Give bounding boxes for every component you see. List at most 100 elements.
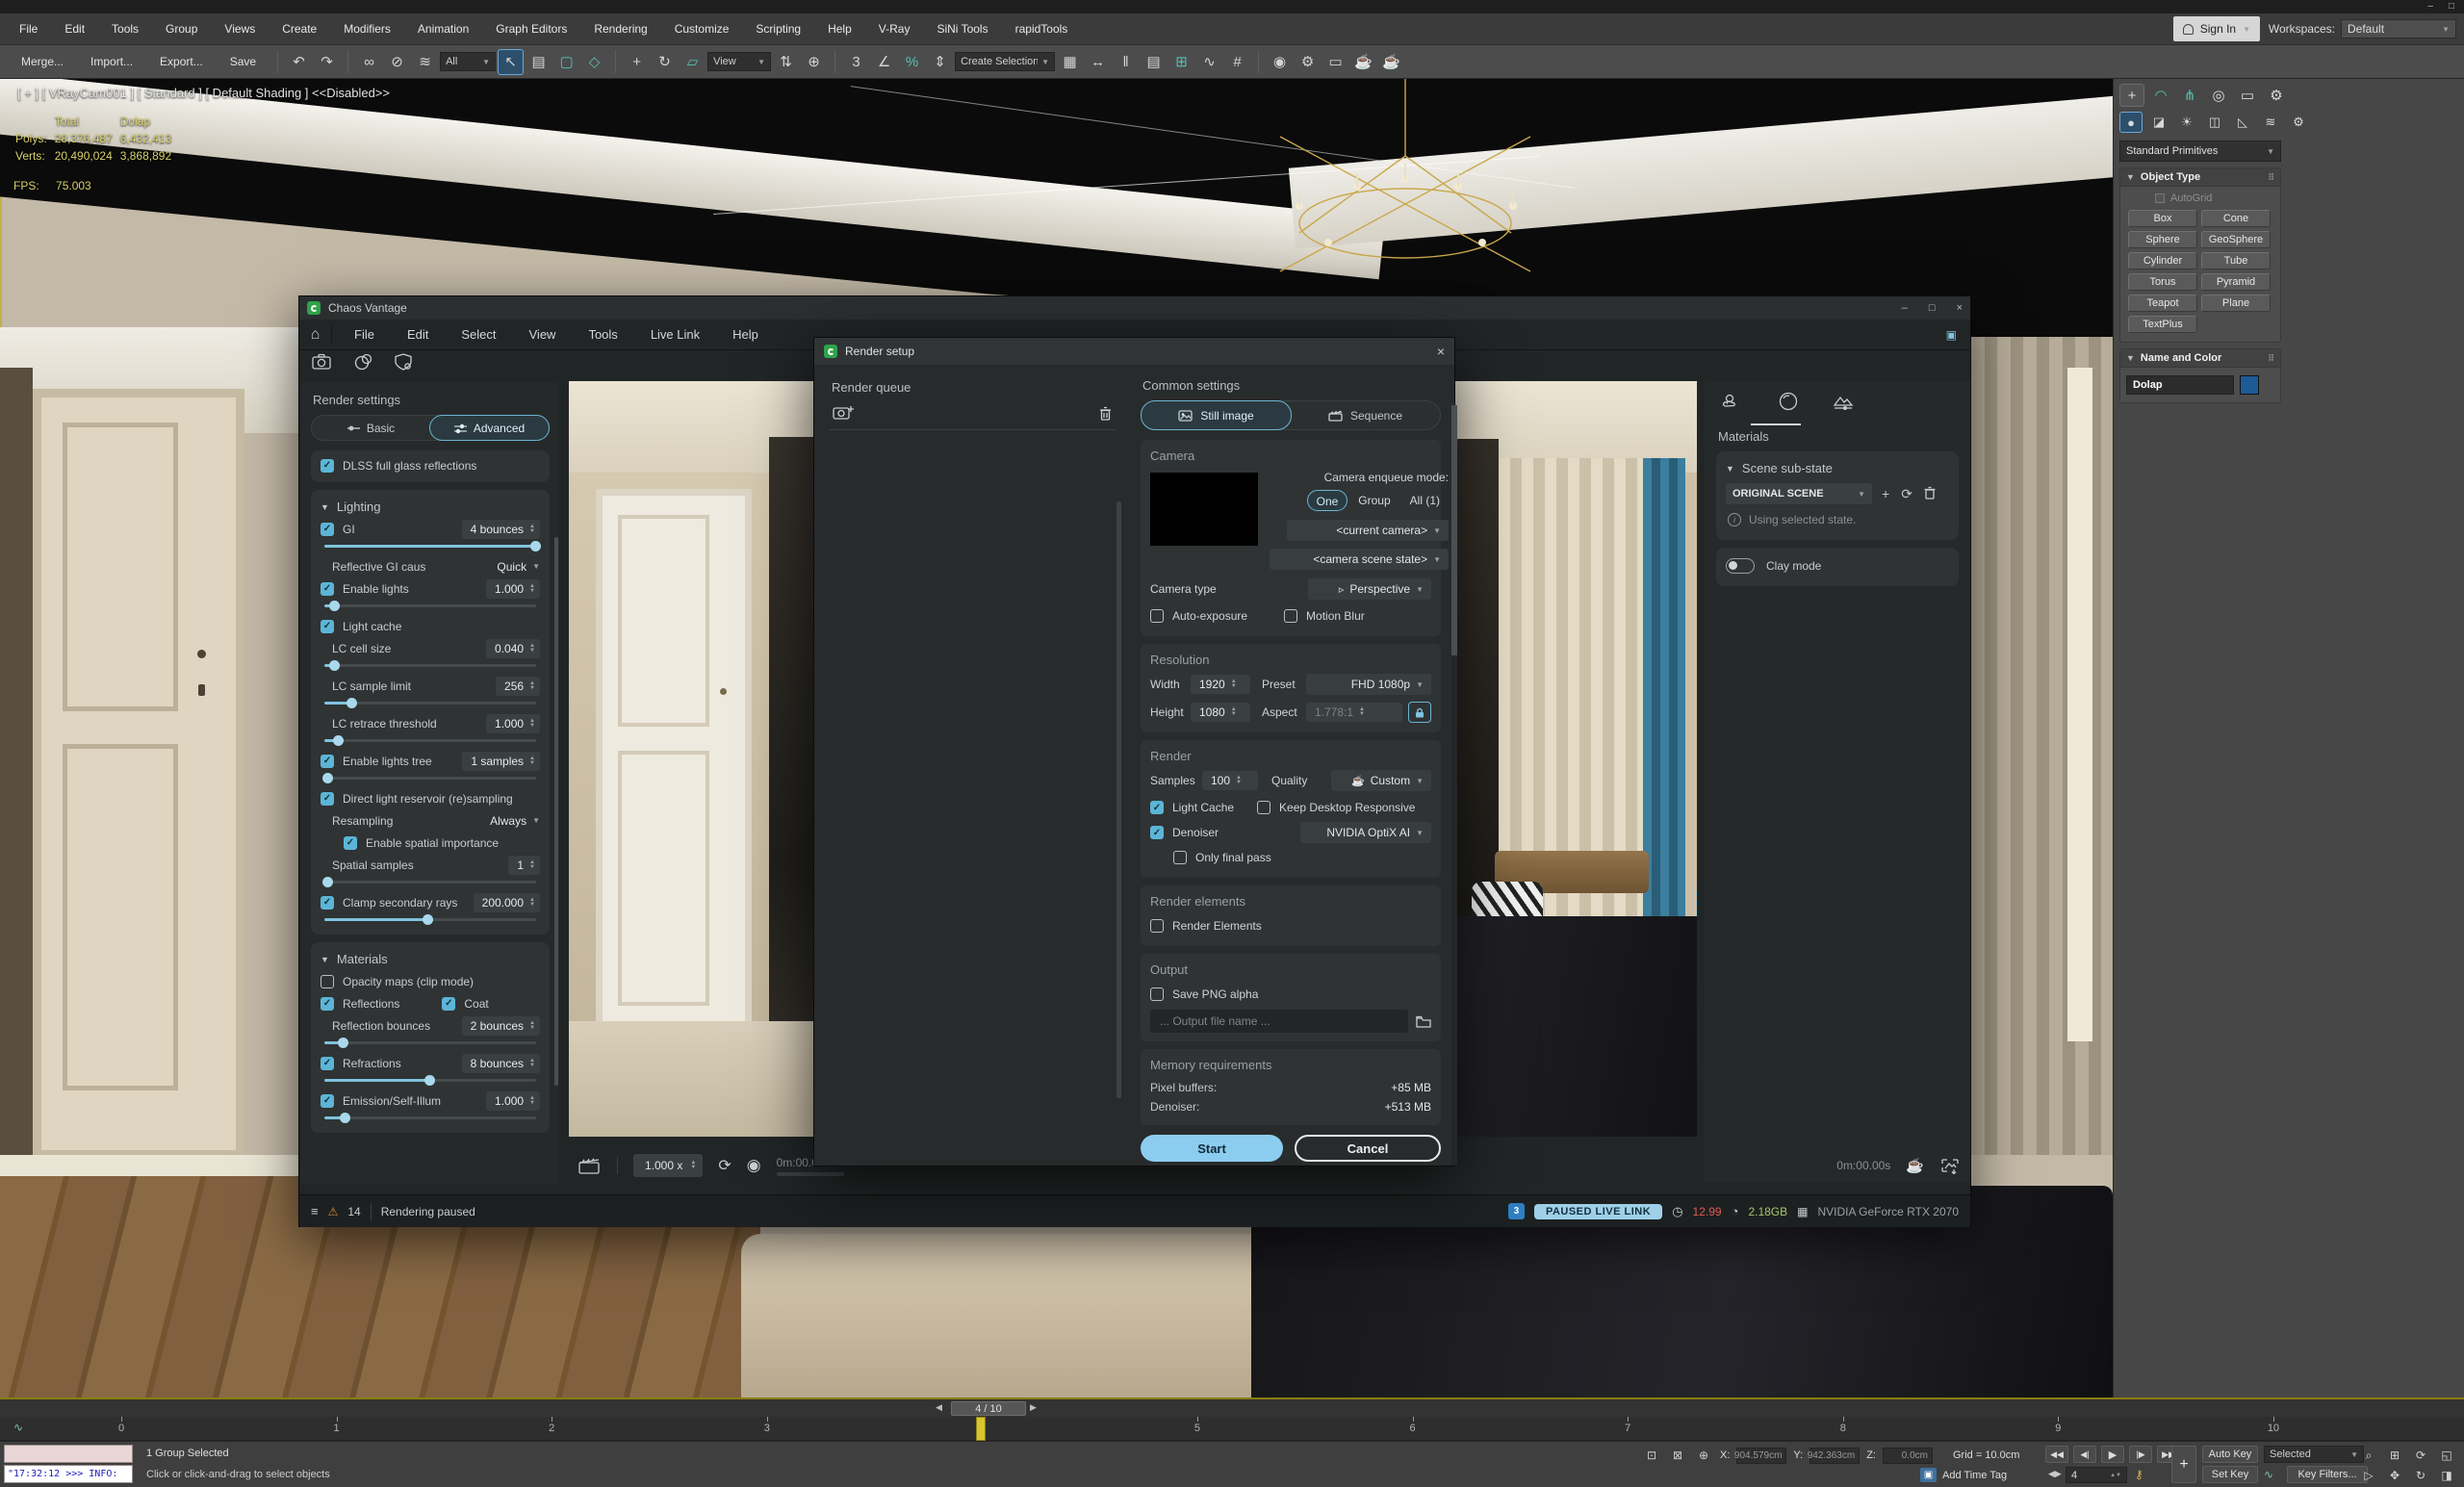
checkbox[interactable] bbox=[442, 997, 455, 1011]
panel-toggle-icon[interactable]: ▣ bbox=[1946, 328, 1957, 342]
sequence-option[interactable]: Sequence bbox=[1291, 401, 1440, 429]
viewport-label[interactable]: [ + ] [ VRayCam001 ] [ Standard ] [ Defa… bbox=[17, 86, 390, 100]
clamp-secondary-spinner[interactable]: 200.000▲▼ bbox=[474, 893, 540, 912]
enable-lights-slider[interactable] bbox=[324, 604, 536, 607]
checkbox[interactable] bbox=[321, 755, 334, 768]
log-list-icon[interactable]: ≡ bbox=[311, 1204, 319, 1218]
add-time-tag[interactable]: Add Time Tag bbox=[1942, 1470, 2007, 1481]
camera-icon[interactable] bbox=[311, 353, 332, 371]
enqueue-mode-option[interactable]: One bbox=[1307, 490, 1348, 511]
direct-light-resampling-row[interactable]: Direct light reservoir (re)sampling bbox=[311, 787, 550, 809]
field-of-view-icon[interactable]: ▷ bbox=[2356, 1466, 2381, 1485]
snaps-toggle-icon[interactable]: 3 bbox=[843, 49, 869, 75]
light-cache-row[interactable]: Light cache bbox=[311, 615, 550, 637]
height-spinner[interactable]: 1080▲▼ bbox=[1191, 703, 1250, 722]
loop-icon[interactable]: ⟳ bbox=[718, 1156, 731, 1175]
reflection-bounces-spinner[interactable]: 2 bounces▲▼ bbox=[462, 1016, 540, 1036]
refractions-slider[interactable] bbox=[324, 1079, 536, 1082]
clear-queue-trash-icon[interactable] bbox=[1099, 406, 1112, 421]
render-iterative-icon[interactable]: ☕ bbox=[1378, 49, 1404, 75]
checkbox[interactable] bbox=[321, 582, 334, 596]
pan-view-icon[interactable]: ✥ bbox=[2382, 1466, 2407, 1485]
live-link-status-badge[interactable]: PAUSED LIVE LINK bbox=[1534, 1204, 1662, 1219]
shapes-category-icon[interactable]: ◪ bbox=[2147, 112, 2170, 133]
select-and-manipulate-icon[interactable]: ⊕ bbox=[801, 49, 827, 75]
checkbox[interactable] bbox=[1150, 987, 1164, 1001]
name-color-header[interactable]: ▼ Name and Color ⠿ bbox=[2120, 349, 2280, 368]
cameras-category-icon[interactable]: ◫ bbox=[2203, 112, 2226, 133]
play-icon[interactable]: ◉ bbox=[747, 1156, 761, 1175]
trackbar-tick[interactable]: 1 bbox=[329, 1417, 345, 1441]
max-menu-item[interactable]: Rendering bbox=[582, 18, 658, 39]
refractions-spinner[interactable]: 8 bounces▲▼ bbox=[462, 1054, 540, 1073]
quality-dropdown[interactable]: ☕ Custom▼ bbox=[1331, 770, 1431, 791]
scene-substate-header[interactable]: ▼Scene sub-state bbox=[1716, 455, 1959, 479]
environment-icon[interactable] bbox=[1722, 393, 1745, 410]
systems-category-icon[interactable]: ⚙ bbox=[2287, 112, 2310, 133]
max-menu-item[interactable]: Tools bbox=[100, 18, 150, 39]
camera-type-dropdown[interactable]: ▹ Perspective▼ bbox=[1308, 578, 1431, 600]
lights-category-icon[interactable]: ☀ bbox=[2175, 112, 2198, 133]
named-selection-set-dropdown[interactable]: Create Selection Se▼ bbox=[955, 52, 1055, 71]
mirror-icon[interactable]: ↔ bbox=[1085, 49, 1111, 75]
primitive-button[interactable]: Cylinder bbox=[2128, 252, 2197, 269]
zoom-extents-icon[interactable]: ⟳ bbox=[2408, 1446, 2433, 1465]
checkbox[interactable] bbox=[321, 896, 334, 910]
vantage-menu-item[interactable]: Edit bbox=[391, 321, 445, 347]
checkbox[interactable] bbox=[1173, 851, 1187, 864]
camera-scene-state-dropdown[interactable]: <camera scene state>▼ bbox=[1270, 549, 1449, 570]
geometry-type-dropdown[interactable]: Standard Primitives ▼ bbox=[2119, 141, 2281, 162]
orbit-camera-icon[interactable] bbox=[353, 353, 372, 371]
graphite-ribbon-icon[interactable]: ⊞ bbox=[1168, 49, 1194, 75]
edit-named-selections-icon[interactable]: ▦ bbox=[1057, 49, 1083, 75]
helpers-category-icon[interactable]: ◺ bbox=[2231, 112, 2254, 133]
autogrid-checkbox[interactable]: AutoGrid bbox=[2126, 191, 2274, 208]
schematic-view-icon[interactable]: # bbox=[1224, 49, 1250, 75]
delete-substate-icon[interactable] bbox=[1924, 486, 1936, 500]
checkbox[interactable] bbox=[1150, 609, 1164, 623]
next-frame-arrow[interactable]: ▶ bbox=[1030, 1402, 1037, 1413]
primitive-button[interactable]: Plane bbox=[2201, 295, 2271, 312]
max-menu-item[interactable]: Views bbox=[213, 18, 267, 39]
motion-tab-icon[interactable]: ◎ bbox=[2206, 84, 2231, 107]
primitive-button[interactable]: Sphere bbox=[2128, 231, 2197, 248]
clamp-secondary-row[interactable]: Clamp secondary rays 200.000▲▼ bbox=[311, 891, 550, 913]
object-name-field[interactable]: Dolap bbox=[2126, 375, 2234, 395]
z-coordinate-field[interactable]: 0.0cm bbox=[1883, 1448, 1933, 1464]
window-crossing-icon[interactable]: ◇ bbox=[581, 49, 607, 75]
emission-slider[interactable] bbox=[324, 1116, 536, 1119]
previous-frame-arrow[interactable]: ◀ bbox=[936, 1402, 942, 1413]
enqueue-mode-option[interactable]: Group bbox=[1349, 490, 1399, 511]
width-spinner[interactable]: 1920▲▼ bbox=[1191, 675, 1250, 694]
spacewarps-category-icon[interactable]: ≋ bbox=[2259, 112, 2282, 133]
lights-tree-spinner[interactable]: 1 samples▲▼ bbox=[462, 752, 540, 771]
lc-sample-limit-slider[interactable] bbox=[324, 702, 536, 705]
geometry-category-icon[interactable]: ● bbox=[2119, 112, 2143, 133]
absolute-mode-transform-icon[interactable]: ⊕ bbox=[1694, 1447, 1713, 1464]
max-maximize-button[interactable]: □ bbox=[2449, 0, 2454, 13]
max-menu-item[interactable]: Edit bbox=[53, 18, 96, 39]
vantage-menu-item[interactable]: Select bbox=[445, 321, 512, 347]
current-camera-dropdown[interactable]: <current camera>▼ bbox=[1287, 520, 1449, 541]
y-coordinate-field[interactable]: 942.363cm bbox=[1810, 1448, 1860, 1464]
checkbox[interactable] bbox=[321, 1094, 334, 1108]
lights-tree-row[interactable]: Enable lights tree 1 samples▲▼ bbox=[311, 750, 550, 772]
max-menu-item[interactable]: Scripting bbox=[744, 18, 812, 39]
vantage-close-button[interactable]: × bbox=[1957, 302, 1963, 314]
selection-lock-icon[interactable]: ⊠ bbox=[1668, 1447, 1687, 1464]
spatial-importance-row[interactable]: Enable spatial importance bbox=[311, 832, 550, 854]
scene-settings-icon[interactable] bbox=[1832, 392, 1855, 411]
max-menu-item[interactable]: Animation bbox=[406, 18, 480, 39]
materials-section-header[interactable]: ▼Materials bbox=[311, 946, 550, 970]
maximize-viewport-icon[interactable]: ◨ bbox=[2434, 1466, 2459, 1485]
mini-curve-editor-icon[interactable]: ∿ bbox=[13, 1421, 23, 1434]
max-menu-item[interactable]: V-Ray bbox=[867, 18, 922, 39]
trackbar-playhead[interactable] bbox=[976, 1417, 986, 1441]
key-filter-scope-dropdown[interactable]: Selected▼ bbox=[2264, 1446, 2364, 1463]
trackbar-tick[interactable]: 0 bbox=[114, 1417, 129, 1441]
checkbox[interactable] bbox=[1150, 801, 1164, 814]
lc-cell-size-spinner[interactable]: 0.040▲▼ bbox=[486, 639, 540, 658]
advanced-mode-option[interactable]: Advanced bbox=[429, 415, 550, 441]
material-editor-icon[interactable]: ◉ bbox=[1267, 49, 1293, 75]
playback-speed-spinner[interactable]: 1.000 x ▲▼ bbox=[633, 1154, 703, 1177]
